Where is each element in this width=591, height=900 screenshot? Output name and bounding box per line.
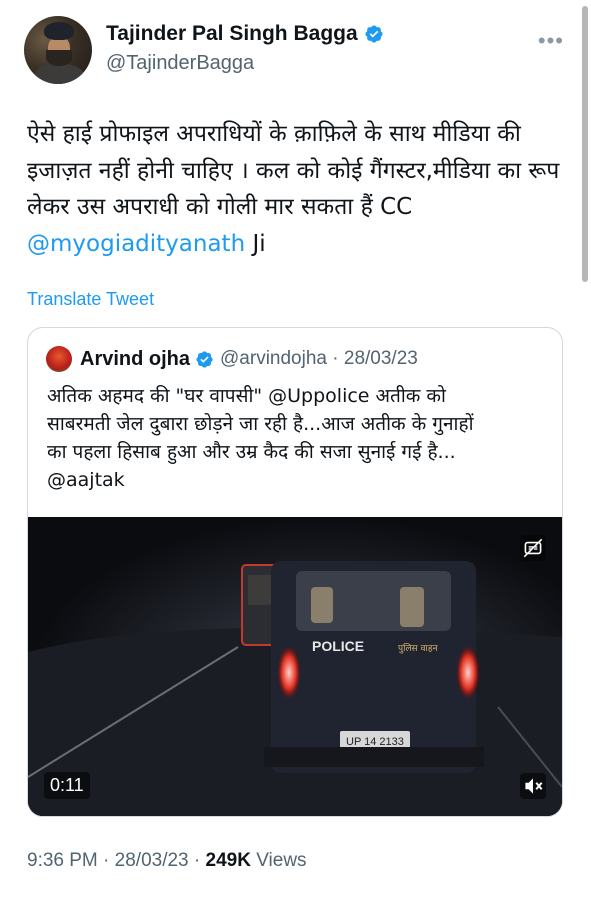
verified-badge-icon [196, 350, 213, 368]
meta-separator: · [188, 850, 206, 871]
quote-author-name[interactable]: Arvind ojha [80, 348, 190, 371]
quote-text-line: @aajtak [47, 469, 125, 491]
quote-header: Arvind ojha @arvindojha · 28/03/23 [46, 346, 418, 372]
video-frame: POLICE पुलिस वाहन UP 14 2133 [28, 517, 562, 816]
translate-tweet-link[interactable]: Translate Tweet [27, 289, 154, 310]
quote-author-avatar[interactable] [46, 346, 72, 372]
muted-speaker-icon[interactable] [520, 773, 546, 799]
video-player[interactable]: POLICE पुलिस वाहन UP 14 2133 0:11 [28, 517, 562, 816]
captions-off-icon[interactable] [520, 535, 546, 561]
tweet-date[interactable]: 28/03/23 [115, 850, 189, 871]
tweet-text-suffix: Ji [245, 230, 266, 257]
author-name-row: Tajinder Pal Singh Bagga [106, 22, 384, 46]
tweet-time[interactable]: 9:36 PM [27, 850, 98, 871]
quote-text: अतिक अहमद की "घर वापसी" @Uppolice अतीक क… [47, 382, 547, 494]
tweet-text: ऐसे हाई प्रोफाइल अपराधियों के क़ाफ़िले क… [27, 116, 567, 262]
tweet-header: Tajinder Pal Singh Bagga @TajinderBagga … [24, 16, 564, 86]
meta-separator: · [97, 850, 115, 871]
license-plate: UP 14 2133 [346, 736, 404, 748]
views-label: Views [256, 850, 307, 871]
author-handle[interactable]: @TajinderBagga [106, 52, 254, 75]
vehicle-label-hindi: पुलिस वाहन [398, 642, 439, 654]
video-duration: 0:11 [44, 772, 90, 799]
tweet-meta: 9:36 PM · 28/03/23 · 249K Views [27, 850, 307, 872]
tweet-body: ऐसे हाई प्रोफाइल अपराधियों के क़ाफ़िले क… [27, 121, 560, 220]
quote-author-handle[interactable]: @arvindojha [220, 348, 327, 370]
vehicle-label: POLICE [312, 638, 364, 654]
author-avatar[interactable] [24, 16, 92, 84]
quote-separator: · [326, 348, 344, 369]
quote-date[interactable]: 28/03/23 [344, 348, 418, 370]
quote-text-line: साबरमती जेल दुबारा छोड़ने जा रही है...आज… [47, 413, 474, 435]
verified-badge-icon [365, 25, 383, 43]
quote-text-line: का पहला हिसाब हुआ और उम्र कैद की सजा सुन… [47, 441, 456, 463]
views-count: 249K [205, 850, 251, 871]
quote-tweet-card[interactable]: Arvind ojha @arvindojha · 28/03/23 अतिक … [27, 327, 563, 817]
author-name[interactable]: Tajinder Pal Singh Bagga [106, 22, 358, 46]
more-icon[interactable]: ••• [538, 28, 564, 54]
quote-text-line: अतिक अहमद की "घर वापसी" @Uppolice अतीक क… [47, 385, 446, 407]
scrollbar[interactable] [582, 6, 588, 282]
mention-link[interactable]: @myogiadityanath [27, 231, 245, 257]
